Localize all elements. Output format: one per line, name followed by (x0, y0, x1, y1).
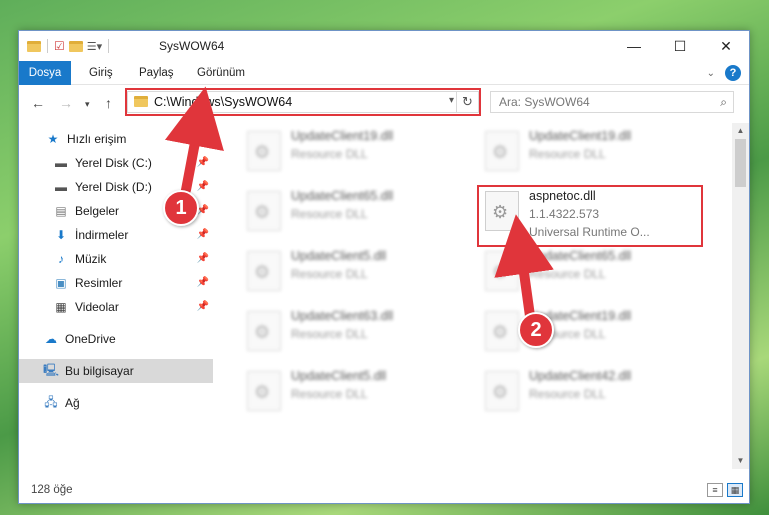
tab-file[interactable]: Dosya (19, 61, 71, 85)
file-tile[interactable]: ⚙ UpdateClient42.dll Resource DLL (477, 365, 707, 417)
music-icon: ♪ (58, 252, 64, 266)
back-arrow-icon[interactable]: ← (31, 95, 45, 111)
search-placeholder: Ara: SysWOW64 (499, 95, 590, 109)
dll-file-icon: ⚙ (247, 251, 281, 291)
sidebar-item-label: Resimler (75, 276, 123, 290)
dll-file-icon: ⚙ (485, 311, 519, 351)
status-bar: 128 öğe ≡ ▦ (19, 479, 749, 503)
cloud-icon: ☁ (45, 332, 57, 346)
sidebar-item-label: Müzik (75, 252, 107, 266)
expand-ribbon-icon[interactable]: ⌄ (707, 68, 715, 79)
dll-file-icon: ⚙ (485, 131, 519, 171)
file-list: ⚙ UpdateClient19.dll Resource DLL ⚙ Upda… (215, 123, 731, 469)
tab-home[interactable]: Giriş (89, 61, 113, 85)
file-explorer-window: ☑ ☰▾ SysWOW64 — ☐ ✕ Dosya Giriş Paylaş G… (18, 30, 750, 504)
recent-locations-icon[interactable]: ▾ (85, 99, 90, 110)
sidebar-item-label: İndirmeler (75, 228, 129, 242)
item-count: 128 öğe (31, 484, 73, 496)
videos-icon: ▦ (55, 300, 67, 314)
window-controls: — ☐ ✕ (611, 31, 749, 61)
dll-file-icon: ⚙ (485, 371, 519, 411)
help-icon[interactable]: ? (725, 65, 741, 81)
properties-icon[interactable]: ☑ (54, 39, 65, 53)
file-tile[interactable]: ⚙ UpdateClient19.dll Resource DLL (477, 305, 707, 357)
file-tile[interactable]: ⚙ UpdateClient5.dll Resource DLL (239, 365, 469, 417)
navigation-pane: ★ Hızlı erişim ▬ Yerel Disk (C:) 📌 ▬ Yer… (19, 123, 213, 469)
drive-icon: ▬ (55, 180, 67, 194)
sidebar-item-label: Yerel Disk (D:) (75, 180, 152, 194)
drive-icon: ▬ (55, 156, 67, 170)
step-badge-2: 2 (518, 312, 554, 348)
new-folder-icon[interactable] (68, 40, 83, 52)
tab-share[interactable]: Paylaş (139, 61, 174, 85)
documents-icon: ▤ (55, 204, 67, 218)
file-highlight-box (477, 185, 703, 247)
search-input[interactable]: Ara: SysWOW64 ⌕ (490, 91, 734, 113)
tab-view[interactable]: Görünüm (197, 61, 245, 85)
address-row: ← → ▾ ↑ C:\Windows\SysWOW64 ▾ ↻ Ara: Sys… (19, 85, 749, 121)
search-icon[interactable]: ⌕ (720, 95, 727, 110)
ribbon-tabs: Dosya Giriş Paylaş Görünüm ⌄ ? (19, 61, 749, 85)
step-badge-1: 1 (163, 190, 199, 226)
sidebar-item-label: Bu bilgisayar (65, 364, 134, 378)
sidebar-item-label: OneDrive (65, 332, 116, 346)
sidebar-item-label: Ağ (65, 396, 80, 410)
sidebar-item-videos[interactable]: ▦ Videolar 📌 (19, 295, 213, 319)
sidebar-item-label: Hızlı erişim (67, 132, 127, 146)
customize-toolbar-icon[interactable]: ☰▾ (87, 40, 102, 53)
tiles-view-icon[interactable]: ▦ (727, 483, 743, 497)
pin-icon[interactable]: 📌 (197, 181, 209, 192)
pin-icon[interactable]: 📌 (197, 157, 209, 168)
scrollbar-thumb[interactable] (735, 139, 746, 187)
sidebar-item-network[interactable]: 🖧 Ağ (19, 391, 213, 415)
dll-file-icon: ⚙ (247, 371, 281, 411)
sidebar-item-label: Yerel Disk (C:) (75, 156, 152, 170)
pin-icon[interactable]: 📌 (197, 229, 209, 240)
dll-file-icon: ⚙ (247, 131, 281, 171)
file-tile[interactable]: ⚙ UpdateClient65.dll Resource DLL (239, 185, 469, 237)
network-icon: 🖧 (44, 394, 58, 409)
title-bar: ☑ ☰▾ SysWOW64 — ☐ ✕ (19, 31, 749, 61)
sidebar-item-disk-c[interactable]: ▬ Yerel Disk (C:) 📌 (19, 151, 213, 175)
forward-arrow-icon[interactable]: → (59, 95, 73, 111)
file-tile[interactable]: ⚙ UpdateClient65.dll Resource DLL (477, 245, 707, 297)
folder-icon (27, 40, 41, 52)
address-highlight-box (125, 88, 481, 116)
quick-access-toolbar: ☑ ☰▾ (27, 37, 111, 55)
sidebar-item-quick-access[interactable]: ★ Hızlı erişim (19, 127, 213, 151)
file-tile[interactable]: ⚙ UpdateClient19.dll Resource DLL (477, 125, 707, 177)
vertical-scrollbar[interactable]: ▲ ▼ (732, 123, 749, 469)
sidebar-item-label: Videolar (75, 300, 119, 314)
download-icon: ⬇ (55, 228, 67, 242)
computer-icon: 🖳 (43, 362, 60, 377)
file-tile[interactable]: ⚙ UpdateClient63.dll Resource DLL (239, 305, 469, 357)
dll-file-icon: ⚙ (247, 191, 281, 231)
sidebar-item-label: Belgeler (75, 204, 120, 218)
file-tile[interactable]: ⚙ UpdateClient19.dll Resource DLL (239, 125, 469, 177)
file-tile[interactable]: ⚙ UpdateClient5.dll Resource DLL (239, 245, 469, 297)
sidebar-item-onedrive[interactable]: ☁ OneDrive (19, 327, 213, 351)
maximize-button[interactable]: ☐ (657, 31, 703, 61)
sidebar-item-music[interactable]: ♪ Müzik 📌 (19, 247, 213, 271)
window-title: SysWOW64 (159, 39, 225, 53)
pictures-icon: ▣ (55, 276, 67, 290)
pin-icon[interactable]: 📌 (197, 253, 209, 264)
scroll-up-icon[interactable]: ▲ (732, 123, 749, 139)
sidebar-item-this-pc[interactable]: 🖳 Bu bilgisayar (19, 359, 213, 383)
scroll-down-icon[interactable]: ▼ (732, 453, 749, 469)
pin-icon[interactable]: 📌 (197, 277, 209, 288)
sidebar-item-pictures[interactable]: ▣ Resimler 📌 (19, 271, 213, 295)
close-button[interactable]: ✕ (703, 31, 749, 61)
dll-file-icon: ⚙ (485, 251, 519, 291)
star-icon: ★ (47, 132, 59, 146)
pin-icon[interactable]: 📌 (197, 301, 209, 312)
up-arrow-icon[interactable]: ↑ (105, 95, 112, 111)
minimize-button[interactable]: — (611, 31, 657, 61)
dll-file-icon: ⚙ (247, 311, 281, 351)
details-view-icon[interactable]: ≡ (707, 483, 723, 497)
sidebar-item-downloads[interactable]: ⬇ İndirmeler 📌 (19, 223, 213, 247)
